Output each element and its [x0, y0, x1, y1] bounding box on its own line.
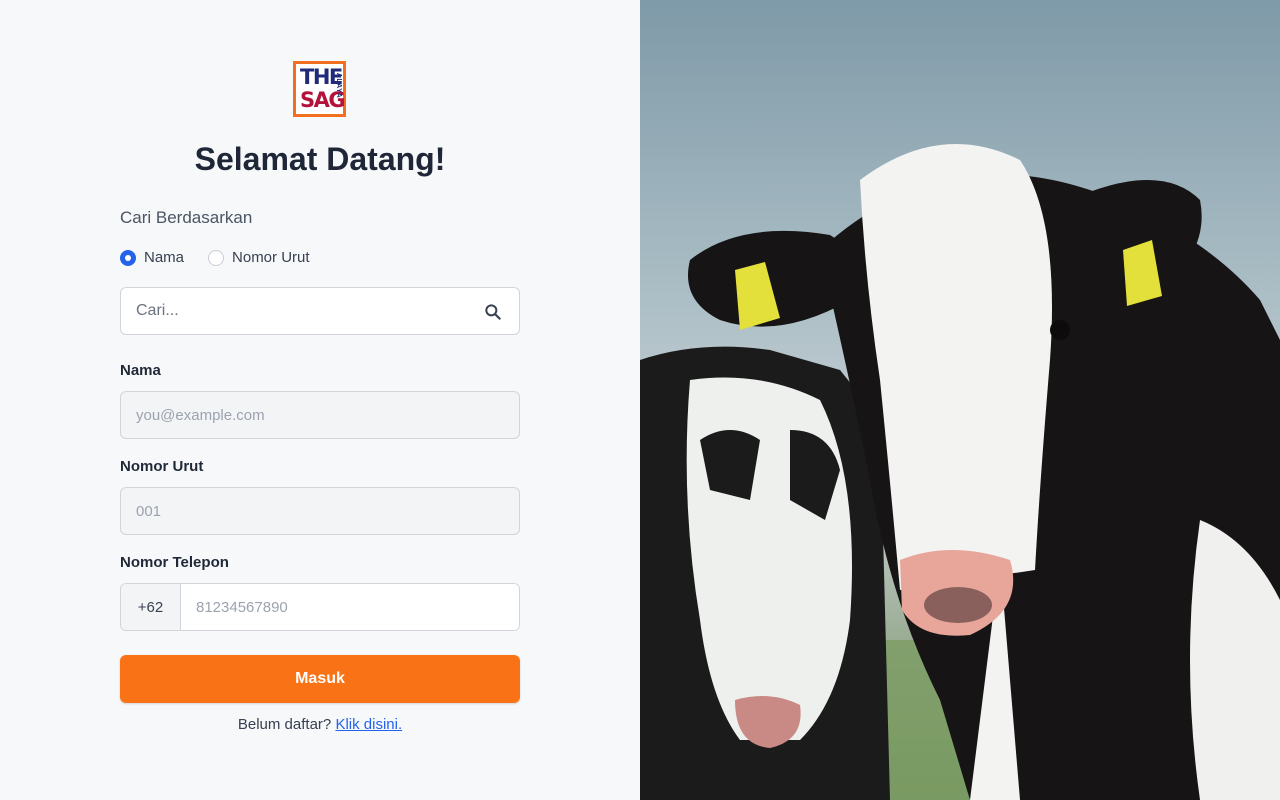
radio-option-nomor-urut[interactable]: Nomor Urut: [208, 249, 310, 266]
brand-logo: THE SAG ALAYA: [293, 61, 346, 117]
number-field: [120, 487, 520, 535]
hero-image: [640, 0, 1280, 800]
name-label: Nama: [120, 362, 161, 379]
page-title: Selamat Datang!: [194, 141, 446, 177]
radio-option-nama[interactable]: Nama: [120, 249, 184, 266]
radio-label-nomor-urut: Nomor Urut: [232, 249, 310, 266]
search-icon[interactable]: [483, 302, 503, 322]
search-field: [120, 287, 520, 335]
phone-country-prefix: +62: [121, 584, 181, 630]
phone-label: Nomor Telepon: [120, 554, 229, 571]
login-button[interactable]: Masuk: [120, 655, 520, 703]
search-by-label: Cari Berdasarkan: [120, 208, 253, 227]
register-text: Belum daftar?: [237, 716, 332, 733]
phone-input[interactable]: [181, 584, 519, 630]
register-link[interactable]: Klik disini.: [335, 716, 402, 733]
register-prompt: Belum daftar? Klik disini.: [0, 716, 640, 733]
radio-label-nama: Nama: [144, 249, 185, 266]
number-input[interactable]: [121, 488, 519, 534]
radio-unchecked-indicator[interactable]: [208, 249, 225, 266]
cows-photo: [640, 0, 1280, 800]
phone-field: +62: [120, 583, 520, 631]
login-panel: THE SAG ALAYA Selamat Datang! Cari Berda…: [0, 0, 640, 800]
search-input[interactable]: [121, 302, 461, 320]
radio-checked-indicator[interactable]: [120, 249, 136, 266]
name-input[interactable]: [121, 392, 519, 438]
name-field: [120, 391, 520, 439]
number-label: Nomor Urut: [120, 458, 204, 475]
logo-side-text: ALAYA: [334, 72, 342, 99]
search-mode-radio-group: Nama Nomor Urut: [120, 249, 334, 266]
